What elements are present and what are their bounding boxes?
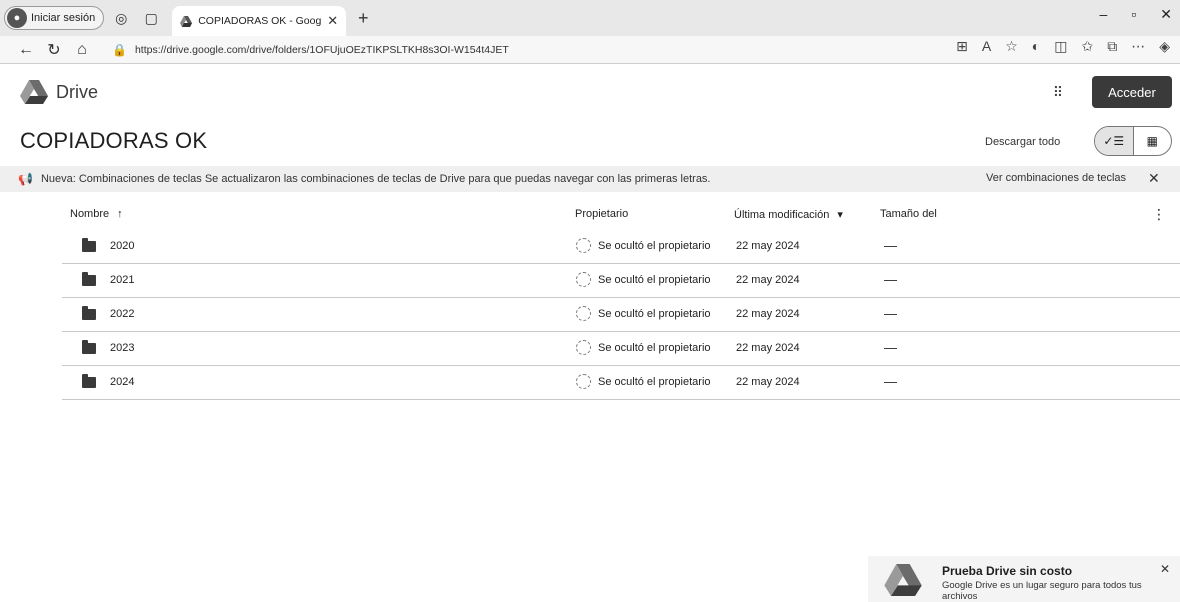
column-header-owner: Propietario (575, 208, 629, 220)
back-icon[interactable]: ← (14, 38, 38, 62)
more-options-icon[interactable]: ⋮ (1152, 206, 1166, 223)
banner-text: Nueva: Combinaciones de teclas Se actual… (40, 173, 711, 185)
file-size: — (884, 306, 897, 321)
browser-extensions: ⊞ A ☆ ◐ ◫ ✩ ⧉ ⋯ ◈ (956, 38, 1170, 55)
modified-date: 22 may 2024 (736, 342, 800, 354)
folder-icon (82, 374, 96, 388)
hidden-owner-icon (576, 238, 591, 253)
avatar-icon: ● (7, 8, 27, 28)
browser-toolbar: ← ↻ ⌂ 🔒 https://drive.google.com/drive/f… (0, 36, 1180, 64)
list-view-icon[interactable]: ✓☰ (1095, 127, 1134, 155)
megaphone-icon: 📢 (18, 172, 33, 186)
promo-body: Google Drive es un lugar seguro para tod… (942, 580, 1142, 602)
owner-text: Se ocultó el propietario (598, 376, 711, 388)
restore-icon[interactable]: ▫ (1131, 6, 1136, 23)
split-screen-icon[interactable]: ◫ (1054, 38, 1067, 55)
table-row[interactable]: 2022 Se ocultó el propietario 22 may 202… (62, 298, 1180, 332)
favorite-star-icon[interactable]: ☆ (1005, 38, 1018, 55)
folder-name: 2023 (110, 342, 135, 354)
hidden-owner-icon (576, 306, 591, 321)
owner-text: Se ocultó el propietario (598, 308, 711, 320)
profile-label: Iniciar sesión (31, 12, 96, 24)
folder-icon (82, 238, 96, 252)
settings-more-icon[interactable]: ⋯ (1131, 38, 1145, 55)
hidden-owner-icon (576, 340, 591, 355)
download-all-button[interactable]: Descargar todo (985, 136, 1060, 148)
table-header: Nombre ↑ Propietario Última modificación… (0, 204, 1180, 228)
file-size: — (884, 374, 897, 389)
file-size: — (884, 238, 897, 253)
browser-tab-active[interactable]: COPIADORAS OK - Google Drive ✕ (172, 6, 347, 36)
favorites-icon[interactable]: ✩ (1081, 38, 1093, 55)
folder-icon (82, 306, 96, 320)
lock-icon: 🔒 (112, 42, 127, 57)
modified-date: 22 may 2024 (736, 308, 800, 320)
grid-view-icon[interactable]: ▦ (1134, 127, 1172, 155)
folder-name: 2020 (110, 240, 135, 252)
close-window-icon[interactable]: ✕ (1160, 6, 1172, 23)
owner-text: Se ocultó el propietario (598, 240, 711, 252)
table-row[interactable]: 2021 Se ocultó el propietario 22 may 202… (62, 264, 1180, 298)
collections-icon[interactable]: ⧉ (1107, 38, 1117, 55)
file-size: — (884, 272, 897, 287)
drive-favicon-icon (180, 15, 193, 27)
file-size: — (884, 340, 897, 355)
minimize-icon[interactable]: – (1100, 6, 1108, 23)
drive-logo-icon (20, 80, 48, 104)
copilot-icon[interactable]: ◈ (1159, 38, 1170, 55)
hidden-owner-icon (576, 272, 591, 287)
url-text: https://drive.google.com/drive/folders/1… (134, 43, 509, 56)
folder-icon (82, 272, 96, 286)
drive-header: Drive ⠿ Acceder (0, 64, 1180, 120)
promo-title: Prueba Drive sin costo (942, 564, 1073, 578)
close-icon[interactable]: ✕ (1160, 562, 1170, 576)
caret-down-icon: ▾ (837, 209, 843, 221)
drive-logo-icon (884, 564, 922, 596)
modified-date: 22 may 2024 (736, 274, 800, 286)
close-icon[interactable]: ✕ (1148, 170, 1160, 187)
keyboard-shortcuts-link[interactable]: Ver combinaciones de teclas (986, 172, 1126, 184)
notice-banner: 📢 Nueva: Combinaciones de teclas Se actu… (0, 166, 1180, 192)
workspaces-icon[interactable]: ◎ (108, 5, 134, 31)
hidden-owner-icon (576, 374, 591, 389)
extension-icon[interactable]: ◐ (1032, 38, 1040, 55)
folder-name: 2022 (110, 308, 135, 320)
promo-card: Prueba Drive sin costo Google Drive es u… (868, 556, 1180, 602)
tab-actions-icon[interactable]: ▢ (138, 5, 164, 31)
signin-button[interactable]: Acceder (1092, 76, 1172, 108)
modified-date: 22 may 2024 (736, 376, 800, 388)
folder-name: 2024 (110, 376, 135, 388)
google-apps-icon[interactable]: ⠿ (1048, 82, 1068, 102)
refresh-icon[interactable]: ↻ (42, 38, 66, 62)
owner-text: Se ocultó el propietario (598, 274, 711, 286)
column-header-size: Tamaño del (880, 208, 937, 220)
app-name: Drive (56, 81, 99, 102)
table-row[interactable]: 2023 Se ocultó el propietario 22 may 202… (62, 332, 1180, 366)
page-title: COPIADORAS OK (20, 128, 208, 153)
address-bar[interactable]: 🔒 https://drive.google.com/drive/folders… (112, 43, 812, 57)
modified-date: 22 may 2024 (736, 240, 800, 252)
view-toggle: ✓☰ ▦ (1094, 126, 1172, 156)
table-row[interactable]: 2024 Se ocultó el propietario 22 may 202… (62, 366, 1180, 400)
owner-text: Se ocultó el propietario (598, 342, 711, 354)
folder-icon (82, 340, 96, 354)
new-tab-button[interactable]: + (352, 7, 374, 29)
column-header-name[interactable]: Nombre ↑ (70, 208, 123, 220)
tab-title: COPIADORAS OK - Google Drive (198, 15, 322, 27)
window-controls: – ▫ ✕ (1100, 6, 1173, 23)
close-tab-icon[interactable]: ✕ (327, 13, 338, 29)
folder-name: 2021 (110, 274, 135, 286)
apps-grid-icon[interactable]: ⊞ (956, 38, 968, 55)
column-header-modified[interactable]: Última modificación ▾ (734, 208, 843, 222)
read-aloud-icon[interactable]: A (982, 38, 991, 55)
profile-button[interactable]: ● Iniciar sesión (4, 6, 105, 30)
home-icon[interactable]: ⌂ (70, 38, 94, 62)
browser-tab-strip: ● Iniciar sesión ◎ ▢ COPIADORAS OK - Goo… (0, 0, 1180, 36)
promo-content: Prueba Drive sin costo Google Drive es u… (942, 564, 1162, 602)
table-row[interactable]: 2020 Se ocultó el propietario 22 may 202… (62, 230, 1180, 264)
arrow-up-icon: ↑ (117, 208, 123, 220)
